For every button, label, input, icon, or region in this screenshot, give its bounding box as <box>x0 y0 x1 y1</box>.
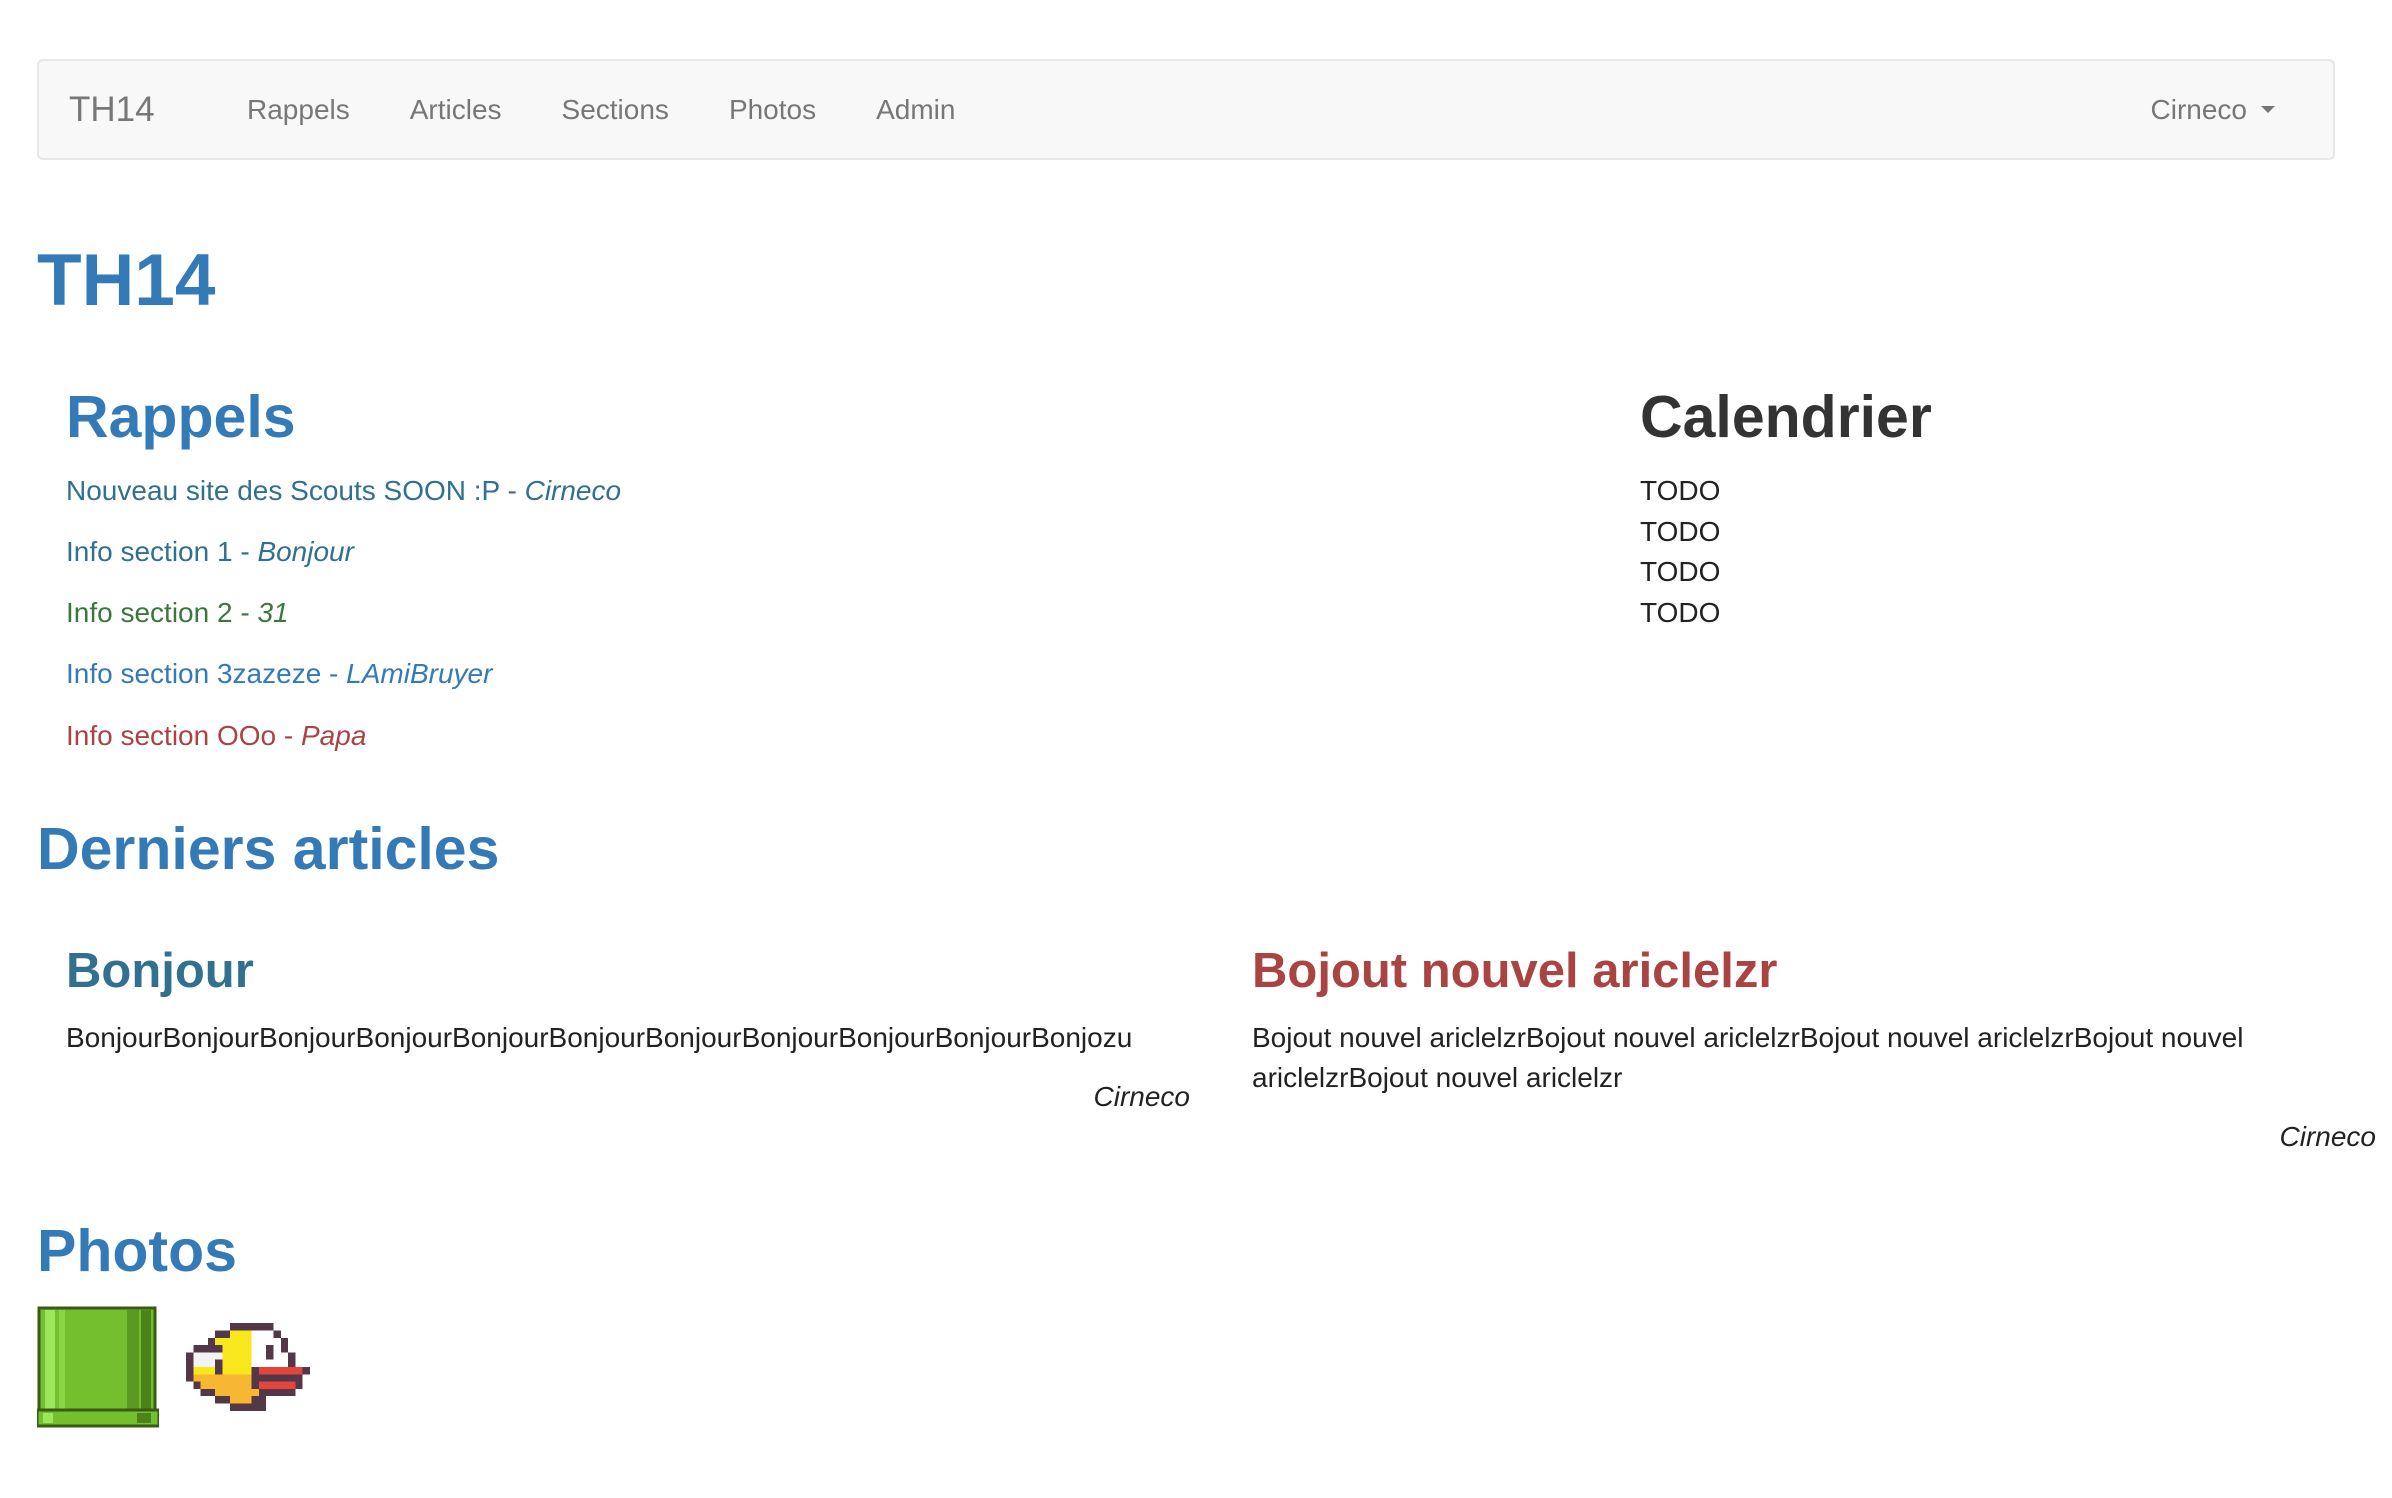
rappel-text: Nouveau site des Scouts SOON :P - <box>66 475 525 506</box>
rappel-author: 31 <box>257 597 289 628</box>
nav-menu: Rappels Articles Sections Photos Admin <box>217 61 985 158</box>
rappel-item[interactable]: Info section 2 - 31 <box>66 599 289 627</box>
nav-link-rappels[interactable]: Rappels <box>217 61 380 158</box>
rappel-text: Info section 2 - <box>66 597 258 628</box>
user-name: Cirneco <box>2150 94 2247 125</box>
nav-link-admin[interactable]: Admin <box>846 61 985 158</box>
nav-link-sections[interactable]: Sections <box>532 61 699 158</box>
nav-link-photos[interactable]: Photos <box>699 61 846 158</box>
rappel-author: Papa <box>301 720 367 751</box>
article-title[interactable]: Bojout nouvel ariclelzr <box>1252 947 1777 996</box>
rappel-item[interactable]: Info section OOo - Papa <box>66 722 366 750</box>
user-dropdown[interactable]: Cirneco <box>2151 61 2275 158</box>
page: TH14 Rappels Articles Sections Photos Ad… <box>0 0 2392 1498</box>
rappel-item[interactable]: Info section 3zazeze - LAmiBruyer <box>66 660 492 688</box>
bird-photo[interactable] <box>186 1306 310 1428</box>
navbar: TH14 Rappels Articles Sections Photos Ad… <box>37 59 2335 160</box>
rappel-item[interactable]: Info section 1 - Bonjour <box>66 538 354 566</box>
rappel-author: Cirneco <box>524 475 622 506</box>
rappel-text: Info section OOo - <box>66 720 301 751</box>
chevron-down-icon <box>2261 106 2275 113</box>
rappel-author: LAmiBruyer <box>346 658 493 689</box>
nav-link-articles[interactable]: Articles <box>380 61 532 158</box>
calendar-item: TODO <box>1640 475 1721 506</box>
article-author: Cirneco <box>1093 1081 1190 1112</box>
article-body: Bojout nouvel ariclelzrBojout nouvel ari… <box>1252 1022 2244 1093</box>
navbar-brand[interactable]: TH14 <box>69 61 155 158</box>
rappel-author: Bonjour <box>257 536 354 567</box>
pipe-photo[interactable] <box>37 1306 159 1428</box>
article-author: Cirneco <box>2279 1121 2376 1152</box>
article-title[interactable]: Bonjour <box>66 947 254 996</box>
article-body: BonjourBonjourBonjourBonjourBonjourBonjo… <box>66 1022 1133 1053</box>
rappel-text: Info section 3zazeze - <box>66 658 347 689</box>
calendar-item: TODO <box>1640 597 1721 628</box>
calendar-item: TODO <box>1640 516 1721 547</box>
calendar-heading: Calendrier <box>1640 384 1932 450</box>
calendar-item: TODO <box>1640 556 1721 587</box>
articles-heading: Derniers articles <box>37 816 500 882</box>
rappel-item[interactable]: Nouveau site des Scouts SOON :P - Cirnec… <box>66 477 621 505</box>
photos-heading: Photos <box>37 1218 237 1284</box>
page-title: TH14 <box>37 240 216 321</box>
rappels-heading: Rappels <box>66 384 296 450</box>
rappel-text: Info section 1 - <box>66 536 258 567</box>
